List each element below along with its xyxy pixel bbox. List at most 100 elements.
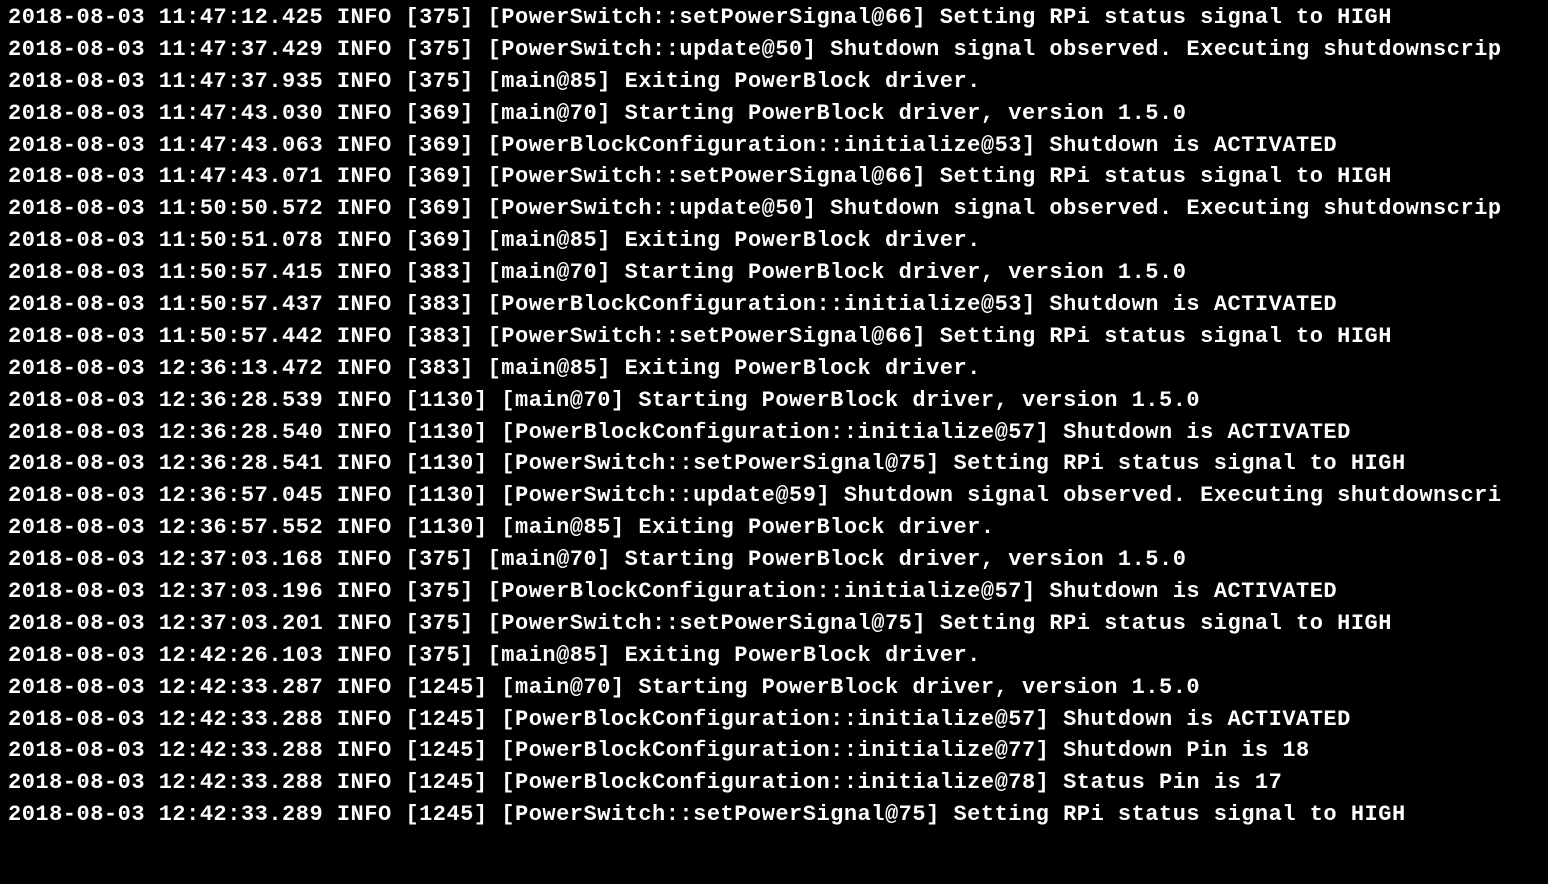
log-level: INFO (337, 420, 392, 445)
log-line: 2018-08-03 12:37:03.196 INFO [375] [Powe… (8, 576, 1540, 608)
log-line: 2018-08-03 11:47:37.935 INFO [375] [main… (8, 66, 1540, 98)
log-level: INFO (337, 547, 392, 572)
log-level: INFO (337, 388, 392, 413)
log-pid: [369] (405, 101, 474, 126)
log-timestamp: 2018-08-03 12:36:57.552 (8, 515, 323, 540)
log-timestamp: 2018-08-03 12:36:13.472 (8, 356, 323, 381)
log-timestamp: 2018-08-03 11:50:57.442 (8, 324, 323, 349)
log-level: INFO (337, 483, 392, 508)
log-timestamp: 2018-08-03 12:37:03.196 (8, 579, 323, 604)
log-level: INFO (337, 675, 392, 700)
log-timestamp: 2018-08-03 11:47:43.063 (8, 133, 323, 158)
log-message: Setting RPi status signal to HIGH (940, 5, 1392, 30)
log-pid: [375] (405, 611, 474, 636)
log-level: INFO (337, 515, 392, 540)
log-pid: [1130] (405, 388, 487, 413)
log-line: 2018-08-03 12:37:03.201 INFO [375] [Powe… (8, 608, 1540, 640)
log-timestamp: 2018-08-03 12:42:33.288 (8, 707, 323, 732)
log-timestamp: 2018-08-03 11:47:43.030 (8, 101, 323, 126)
log-source: [PowerSwitch::setPowerSignal@66] (488, 5, 926, 30)
log-line: 2018-08-03 11:47:37.429 INFO [375] [Powe… (8, 34, 1540, 66)
log-timestamp: 2018-08-03 11:50:50.572 (8, 196, 323, 221)
log-line: 2018-08-03 11:50:57.437 INFO [383] [Powe… (8, 289, 1540, 321)
log-line: 2018-08-03 11:50:57.415 INFO [383] [main… (8, 257, 1540, 289)
log-line: 2018-08-03 12:36:57.552 INFO [1130] [mai… (8, 512, 1540, 544)
log-message: Status Pin is 17 (1063, 770, 1282, 795)
log-message: Shutdown is ACTIVATED (1063, 707, 1351, 732)
log-line: 2018-08-03 12:42:33.288 INFO [1245] [Pow… (8, 735, 1540, 767)
log-source: [main@70] (501, 388, 624, 413)
log-pid: [375] (405, 5, 474, 30)
log-line: 2018-08-03 11:50:50.572 INFO [369] [Powe… (8, 193, 1540, 225)
log-message: Setting RPi status signal to HIGH (940, 164, 1392, 189)
log-line: 2018-08-03 12:42:33.288 INFO [1245] [Pow… (8, 767, 1540, 799)
log-pid: [383] (405, 324, 474, 349)
log-line: 2018-08-03 12:36:28.541 INFO [1130] [Pow… (8, 448, 1540, 480)
log-source: [PowerBlockConfiguration::initialize@78] (501, 770, 1049, 795)
log-message: Exiting PowerBlock driver. (625, 643, 981, 668)
log-timestamp: 2018-08-03 12:42:33.288 (8, 770, 323, 795)
log-message: Shutdown signal observed. Executing shut… (830, 37, 1501, 62)
log-pid: [1245] (405, 770, 487, 795)
log-source: [main@70] (488, 101, 611, 126)
log-level: INFO (337, 770, 392, 795)
terminal-output[interactable]: 2018-08-03 11:47:12.425 INFO [375] [Powe… (8, 2, 1540, 831)
log-source: [PowerBlockConfiguration::initialize@57] (501, 707, 1049, 732)
log-source: [main@85] (501, 515, 624, 540)
log-source: [PowerSwitch::update@50] (488, 196, 817, 221)
log-message: Starting PowerBlock driver, version 1.5.… (625, 547, 1187, 572)
log-message: Starting PowerBlock driver, version 1.5.… (625, 101, 1187, 126)
log-level: INFO (337, 643, 392, 668)
log-message: Shutdown signal observed. Executing shut… (844, 483, 1502, 508)
log-timestamp: 2018-08-03 11:47:43.071 (8, 164, 323, 189)
log-level: INFO (337, 802, 392, 827)
log-source: [PowerSwitch::setPowerSignal@66] (488, 164, 926, 189)
log-message: Starting PowerBlock driver, version 1.5.… (625, 260, 1187, 285)
log-source: [main@70] (488, 260, 611, 285)
log-message: Setting RPi status signal to HIGH (953, 802, 1405, 827)
log-pid: [1130] (405, 515, 487, 540)
log-level: INFO (337, 37, 392, 62)
log-source: [main@85] (488, 228, 611, 253)
log-source: [PowerSwitch::setPowerSignal@75] (501, 451, 939, 476)
log-level: INFO (337, 324, 392, 349)
log-pid: [1245] (405, 738, 487, 763)
log-source: [PowerSwitch::setPowerSignal@75] (501, 802, 939, 827)
log-pid: [375] (405, 579, 474, 604)
log-pid: [383] (405, 260, 474, 285)
log-timestamp: 2018-08-03 11:50:57.415 (8, 260, 323, 285)
log-message: Shutdown is ACTIVATED (1049, 133, 1337, 158)
log-source: [PowerSwitch::setPowerSignal@75] (488, 611, 926, 636)
log-timestamp: 2018-08-03 12:37:03.201 (8, 611, 323, 636)
log-level: INFO (337, 69, 392, 94)
log-message: Setting RPi status signal to HIGH (940, 324, 1392, 349)
log-message: Exiting PowerBlock driver. (625, 356, 981, 381)
log-message: Exiting PowerBlock driver. (625, 69, 981, 94)
log-level: INFO (337, 196, 392, 221)
log-level: INFO (337, 579, 392, 604)
log-pid: [369] (405, 164, 474, 189)
log-message: Setting RPi status signal to HIGH (940, 611, 1392, 636)
log-timestamp: 2018-08-03 11:50:57.437 (8, 292, 323, 317)
log-level: INFO (337, 101, 392, 126)
log-level: INFO (337, 5, 392, 30)
log-message: Starting PowerBlock driver, version 1.5.… (638, 675, 1200, 700)
log-source: [main@85] (488, 356, 611, 381)
log-level: INFO (337, 356, 392, 381)
log-pid: [383] (405, 356, 474, 381)
log-pid: [375] (405, 37, 474, 62)
log-line: 2018-08-03 11:50:51.078 INFO [369] [main… (8, 225, 1540, 257)
log-timestamp: 2018-08-03 12:42:26.103 (8, 643, 323, 668)
log-line: 2018-08-03 12:37:03.168 INFO [375] [main… (8, 544, 1540, 576)
log-message: Shutdown signal observed. Executing shut… (830, 196, 1501, 221)
log-level: INFO (337, 228, 392, 253)
log-timestamp: 2018-08-03 12:42:33.289 (8, 802, 323, 827)
log-line: 2018-08-03 12:42:33.287 INFO [1245] [mai… (8, 672, 1540, 704)
log-source: [PowerBlockConfiguration::initialize@77] (501, 738, 1049, 763)
log-message: Shutdown is ACTIVATED (1049, 579, 1337, 604)
log-pid: [1130] (405, 483, 487, 508)
log-source: [main@70] (488, 547, 611, 572)
log-message: Setting RPi status signal to HIGH (953, 451, 1405, 476)
log-line: 2018-08-03 12:36:13.472 INFO [383] [main… (8, 353, 1540, 385)
log-message: Exiting PowerBlock driver. (625, 228, 981, 253)
